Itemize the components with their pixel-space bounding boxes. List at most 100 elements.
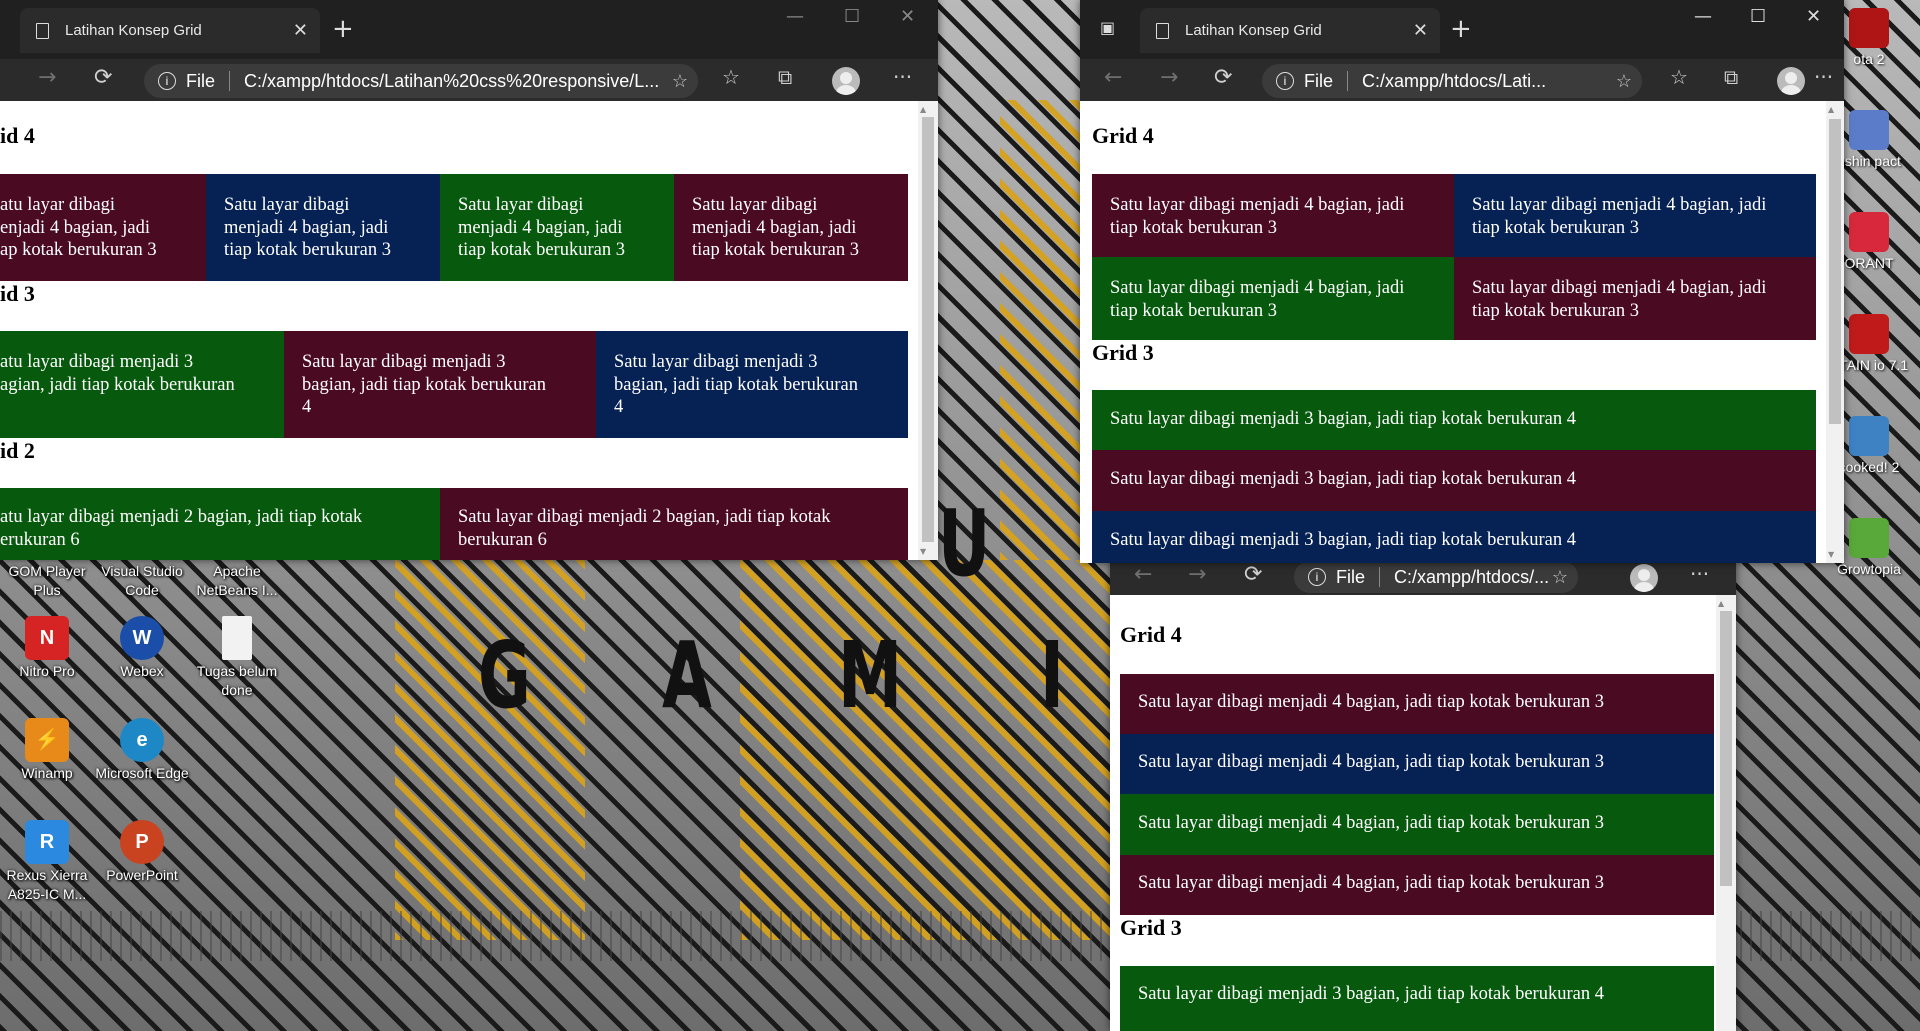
- scroll-up-icon[interactable]: ▲: [1828, 105, 1834, 114]
- wallpaper-letter: I: [1040, 622, 1064, 729]
- valorant-icon: [1849, 212, 1889, 252]
- more-menu-icon[interactable]: ···: [1814, 65, 1833, 89]
- desktop-icon-winamp[interactable]: ⚡ Winamp: [0, 718, 94, 783]
- tab-title: Latihan Konsep Grid: [65, 22, 202, 39]
- grid3-heading: Grid 3: [1120, 915, 1182, 940]
- vertical-scrollbar[interactable]: ▲: [1716, 595, 1736, 1031]
- desktop-icon-label: Microsoft Edge: [95, 765, 189, 781]
- desktop-icon-powerpoint[interactable]: P PowerPoint: [95, 820, 189, 885]
- tab-actions-icon[interactable]: ▣: [1100, 18, 1115, 37]
- more-menu-icon[interactable]: ···: [893, 65, 912, 89]
- grid-box-text: atu layar dibagi menjadi 2 bagian, jadi …: [0, 507, 363, 550]
- close-window-button[interactable]: ✕: [900, 6, 915, 27]
- maximize-button[interactable]: ☐: [844, 6, 860, 27]
- grid-box-text: Satu layar dibagi menjadi 4 bagian, jadi…: [224, 195, 391, 260]
- back-button[interactable]: ←: [1104, 65, 1122, 90]
- address-url: C:/xampp/htdocs/Lati...: [1362, 70, 1547, 91]
- scroll-down-icon[interactable]: ▼: [1828, 550, 1834, 559]
- browser-toolbar: ← → ⟳ i File C:/xampp/htdocs/... ☆ ···: [1110, 560, 1736, 595]
- browser-window-2: ▣ Latihan Konsep Grid ✕ + — ☐ ✕ ← → ⟳ i …: [1080, 0, 1844, 563]
- grid-box-text: atu layar dibagi enjadi 4 bagian, jadi a…: [0, 195, 157, 260]
- grid2-box: atu layar dibagi menjadi 2 bagian, jadi …: [0, 488, 440, 560]
- profile-avatar[interactable]: [832, 67, 860, 95]
- desktop-icon-webex[interactable]: W Webex: [95, 616, 189, 681]
- grid-box-text: Satu layar dibagi menjadi 4 bagian, jadi…: [1138, 752, 1604, 772]
- forward-button[interactable]: →: [38, 65, 56, 90]
- grid-box-text: Satu layar dibagi menjadi 3 bagian, jadi…: [1110, 530, 1576, 550]
- add-favorite-icon[interactable]: ☆: [1552, 567, 1568, 588]
- grid4-box: Satu layar dibagi menjadi 4 bagian, jadi…: [1120, 855, 1714, 915]
- nitro-pro-icon: N: [25, 616, 69, 660]
- wallpaper-stripe-band: [395, 540, 585, 940]
- desktop-icon-rexus-xierra[interactable]: R Rexus Xierra A825-IC M...: [0, 820, 94, 904]
- desktop-icon-gom-player[interactable]: GOM Player Plus: [0, 562, 94, 600]
- grid4-heading: id 4: [0, 123, 35, 148]
- refresh-button[interactable]: ⟳: [94, 65, 112, 90]
- desktop-icon-label: Apache NetBeans I...: [196, 563, 278, 598]
- minimize-button[interactable]: —: [1694, 6, 1712, 27]
- scrollbar-thumb[interactable]: [1720, 611, 1732, 886]
- forward-button[interactable]: →: [1188, 562, 1206, 587]
- refresh-button[interactable]: ⟳: [1214, 65, 1232, 90]
- new-tab-button[interactable]: +: [1450, 14, 1472, 44]
- scroll-down-icon[interactable]: ▼: [920, 547, 926, 556]
- page-content: id 4 atu layar dibagi enjadi 4 bagian, j…: [0, 101, 918, 560]
- tab-latihan-konsep-grid[interactable]: Latihan Konsep Grid ✕: [20, 8, 320, 53]
- favorites-icon[interactable]: ☆: [1670, 65, 1688, 89]
- minimize-button[interactable]: —: [786, 6, 804, 27]
- grid3-box: Satu layar dibagi menjadi 3 bagian, jadi…: [1092, 390, 1816, 450]
- desktop-icon-microsoft-edge[interactable]: e Microsoft Edge: [95, 718, 189, 783]
- address-bar[interactable]: i File C:/xampp/htdocs/Lati... ☆: [1262, 64, 1642, 98]
- desktop-icon-tugas-belum-done[interactable]: Tugas belum done: [190, 616, 284, 700]
- scroll-up-icon[interactable]: ▲: [920, 105, 926, 114]
- winamp-icon: ⚡: [25, 718, 69, 762]
- grid3-heading: Grid 3: [1092, 340, 1154, 365]
- grid4-box: Satu layar dibagi menjadi 4 bagian, jadi…: [674, 174, 908, 281]
- more-menu-icon[interactable]: ···: [1690, 562, 1709, 586]
- vertical-scrollbar[interactable]: ▲ ▼: [1826, 101, 1844, 563]
- info-icon: i: [1308, 568, 1326, 586]
- desktop-icon-label: Nitro Pro: [19, 663, 75, 679]
- desktop-icon-label: ORANT: [1844, 255, 1894, 271]
- tab-latihan-konsep-grid[interactable]: Latihan Konsep Grid ✕: [1140, 8, 1440, 53]
- grid3-box: Satu layar dibagi menjadi 3 bagian, jadi…: [1092, 450, 1816, 511]
- powerpoint-icon: P: [120, 820, 164, 864]
- scrollbar-thumb[interactable]: [1829, 119, 1841, 424]
- forward-button[interactable]: →: [1160, 65, 1178, 90]
- collections-icon[interactable]: ⧉: [778, 65, 792, 89]
- grid4-box: Satu layar dibagi menjadi 4 bagian, jadi…: [1120, 674, 1714, 734]
- add-favorite-icon[interactable]: ☆: [1616, 71, 1632, 92]
- add-favorite-icon[interactable]: ☆: [672, 71, 688, 92]
- desktop-icon-vscode[interactable]: Visual Studio Code: [95, 562, 189, 600]
- desktop-icon-label: PowerPoint: [106, 867, 178, 883]
- address-bar[interactable]: i File C:/xampp/htdocs/Latihan%20css%20r…: [144, 64, 698, 98]
- close-tab-icon[interactable]: ✕: [1413, 20, 1428, 41]
- vertical-scrollbar[interactable]: ▲ ▼: [918, 101, 938, 560]
- refresh-button[interactable]: ⟳: [1244, 562, 1262, 587]
- info-icon: i: [158, 72, 176, 90]
- maximize-button[interactable]: ☐: [1750, 6, 1766, 27]
- document-icon: [36, 22, 49, 39]
- back-button[interactable]: ←: [1134, 562, 1152, 587]
- wallpaper-letter: U: [938, 490, 991, 597]
- collections-icon[interactable]: ⧉: [1724, 65, 1738, 89]
- profile-avatar[interactable]: [1630, 564, 1658, 592]
- scroll-up-icon[interactable]: ▲: [1718, 599, 1724, 608]
- desktop-icon-label: Webex: [120, 663, 164, 679]
- scrollbar-thumb[interactable]: [922, 117, 934, 542]
- desktop-icon-netbeans[interactable]: Apache NetBeans I...: [190, 562, 284, 600]
- desktop-icon-label: nshin pact: [1837, 153, 1901, 169]
- desktop-icon-label: cooked! 2: [1838, 459, 1900, 475]
- grid4-box: Satu layar dibagi menjadi 4 bagian, jadi…: [1454, 257, 1816, 340]
- growtopia-icon: [1849, 518, 1889, 558]
- desktop-icon-label: ota 2: [1853, 51, 1885, 67]
- new-tab-button[interactable]: +: [332, 14, 354, 44]
- close-window-button[interactable]: ✕: [1806, 6, 1821, 27]
- close-tab-icon[interactable]: ✕: [293, 20, 308, 41]
- profile-avatar[interactable]: [1777, 67, 1805, 95]
- address-scheme: File: [1304, 70, 1334, 91]
- grid-box-text: Satu layar dibagi menjadi 4 bagian, jadi…: [1472, 195, 1767, 238]
- favorites-icon[interactable]: ☆: [722, 65, 740, 89]
- address-bar[interactable]: i File C:/xampp/htdocs/... ☆: [1294, 561, 1578, 593]
- desktop-icon-nitro-pro[interactable]: N Nitro Pro: [0, 616, 94, 681]
